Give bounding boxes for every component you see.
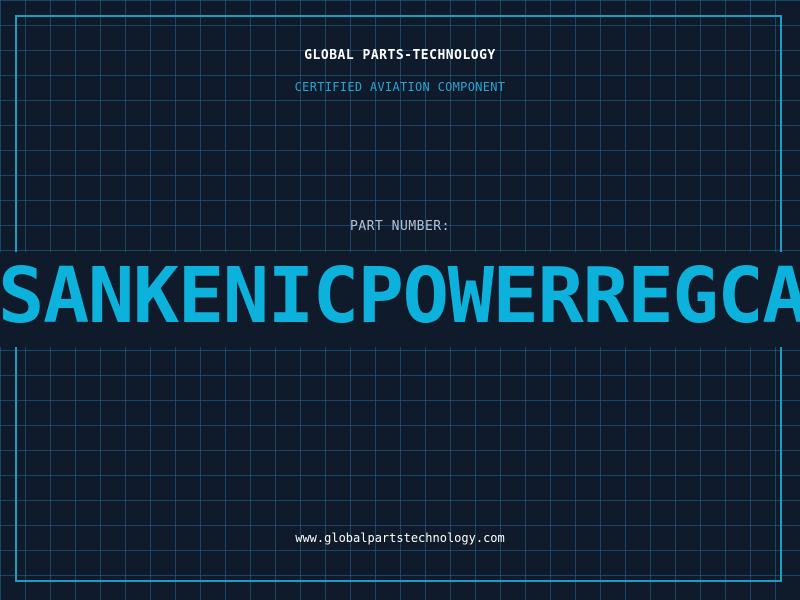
part-number-label: PART NUMBER: xyxy=(350,219,450,234)
certification-subtitle: CERTIFIED AVIATION COMPONENT xyxy=(294,80,506,94)
certificate-canvas: GLOBAL PARTS-TECHNOLOGY CERTIFIED AVIATI… xyxy=(0,0,800,600)
part-number-value: SANKENICPOWERREGCAT xyxy=(0,257,800,337)
website-url: www.globalpartstechnology.com xyxy=(295,531,505,545)
company-name: GLOBAL PARTS-TECHNOLOGY xyxy=(304,48,496,63)
